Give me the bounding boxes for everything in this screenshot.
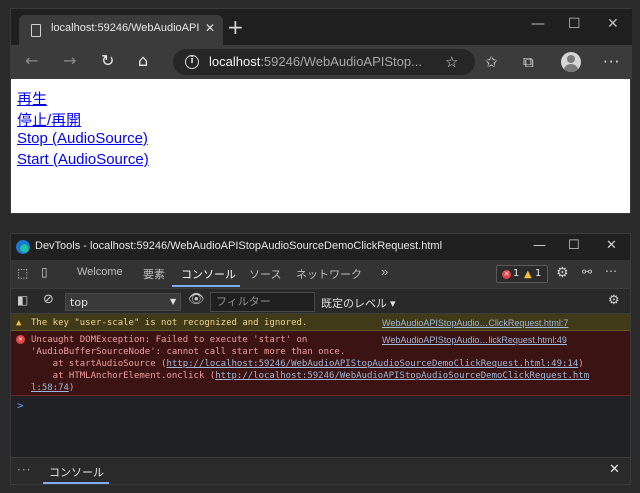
sidebar-toggle-icon[interactable]: ◧ <box>17 293 28 307</box>
browser-window: localhost:59246/WebAudioAPISt... ✕ + — ☐… <box>10 8 632 214</box>
error-line-2: 'AudioBufferSourceNode': cannot call sta… <box>31 347 346 357</box>
refresh-icon[interactable]: ↻ <box>101 52 114 70</box>
warning-message: ▲ The key "user-scale" is not recognized… <box>11 314 630 331</box>
home-icon[interactable]: ⌂ <box>138 52 148 70</box>
console-toolbar: ◧ ⊘ top ▼ 👁 既定のレベル ▾ ⚙ <box>11 288 630 314</box>
page-icon <box>31 24 41 37</box>
close-tab-icon[interactable]: ✕ <box>205 21 215 35</box>
back-icon[interactable]: ← <box>25 52 38 70</box>
devtools-title: DevTools - localhost:59246/WebAudioAPISt… <box>35 240 443 252</box>
close-window-icon[interactable]: ✕ <box>606 238 617 253</box>
warning-icon: ▲ <box>16 318 22 328</box>
stack-prefix: at HTMLAnchorElement.onclick ( <box>31 371 216 381</box>
issues-badge[interactable]: ✕ 1 ▲ 1 <box>496 265 548 283</box>
stop-resume-link[interactable]: 停止/再開 <box>17 109 81 130</box>
chevron-down-icon: ▼ <box>170 297 177 306</box>
add-favorite-icon[interactable]: ☆ <box>445 53 458 71</box>
favorites-icon[interactable]: ✩ <box>485 53 498 71</box>
warning-count: 1 <box>535 268 542 279</box>
console-prompt[interactable]: > <box>17 399 24 412</box>
minimize-icon[interactable]: — <box>531 16 545 32</box>
customize-icon[interactable]: ⚯ <box>582 265 592 279</box>
collections-icon[interactable]: ⧉ <box>523 53 534 71</box>
tab-elements[interactable]: 要素 <box>143 266 165 282</box>
edge-logo-icon <box>16 240 30 254</box>
stack-link[interactable]: http://localhost:59246/WebAudioAPIStopAu… <box>215 371 589 381</box>
start-audiosource-link[interactable]: Start (AudioSource) <box>17 151 149 168</box>
stack-link[interactable]: http://localhost:59246/WebAudioAPIStopAu… <box>166 359 578 369</box>
stack-link[interactable]: l:58:74 <box>31 383 69 393</box>
inspect-element-icon[interactable]: ⬚ <box>17 266 28 280</box>
error-line-3: at startAudioSource (http://localhost:59… <box>31 358 584 370</box>
tab-console[interactable]: コンソール <box>181 266 236 282</box>
drawer-tab-indicator <box>43 482 109 484</box>
error-line-5: l:58:74) <box>31 382 74 394</box>
tab-welcome[interactable]: Welcome <box>77 266 123 278</box>
profile-avatar[interactable] <box>561 52 581 72</box>
new-tab-button[interactable]: + <box>227 17 244 37</box>
browser-tab[interactable]: localhost:59246/WebAudioAPISt... ✕ <box>19 15 223 45</box>
devtools-window: DevTools - localhost:59246/WebAudioAPISt… <box>10 233 631 485</box>
drawer-more-icon[interactable]: ··· <box>17 463 31 477</box>
minimize-icon[interactable]: — <box>533 238 546 253</box>
stack-suffix: ) <box>68 383 75 393</box>
drawer-bar: ··· コンソール ✕ <box>11 457 630 484</box>
devtools-titlebar: DevTools - localhost:59246/WebAudioAPISt… <box>11 234 630 260</box>
settings-gear-icon[interactable]: ⚙ <box>556 265 569 281</box>
tab-sources[interactable]: ソース <box>249 266 281 282</box>
forward-icon[interactable]: → <box>63 52 76 70</box>
address-url: localhost:59246/WebAudioAPIStop... <box>209 54 422 69</box>
context-select[interactable]: top ▼ <box>65 293 181 311</box>
stop-audiosource-link[interactable]: Stop (AudioSource) <box>17 130 148 147</box>
error-icon: ✕ <box>16 335 25 344</box>
error-message: ✕ Uncaught DOMException: Failed to execu… <box>11 331 630 396</box>
device-toolbar-icon[interactable]: ▯ <box>41 265 48 279</box>
close-window-icon[interactable]: ✕ <box>607 16 619 32</box>
devtools-tabbar: ⬚ ▯ Welcome 要素 コンソール ソース ネットワーク » ✕ 1 ▲ … <box>11 260 630 288</box>
more-tabs-button[interactable]: » <box>381 264 388 279</box>
url-host: localhost <box>209 54 261 69</box>
url-path: :59246/WebAudioAPIStop... <box>260 54 422 69</box>
warning-text: The key "user-scale" is not recognized a… <box>31 318 308 328</box>
error-line-4: at HTMLAnchorElement.onclick (http://loc… <box>31 370 589 382</box>
maximize-icon[interactable]: ☐ <box>568 16 581 32</box>
filter-input[interactable] <box>210 292 315 312</box>
live-expression-eye-icon[interactable]: 👁 <box>188 292 205 307</box>
warning-source-link[interactable]: WebAudioAPIStopAudio…ClickRequest.html:7 <box>382 317 568 329</box>
maximize-icon[interactable]: ☐ <box>568 238 580 253</box>
log-levels-dropdown[interactable]: 既定のレベル ▾ <box>321 295 396 311</box>
page-content: 再生 停止/再開 Stop (AudioSource) Start (Audio… <box>11 79 630 213</box>
error-icon: ✕ <box>502 270 511 279</box>
stack-prefix: at startAudioSource ( <box>31 359 167 369</box>
active-tab-indicator <box>172 285 240 287</box>
address-bar[interactable]: i localhost:59246/WebAudioAPIStop... ☆ <box>173 49 475 75</box>
close-drawer-icon[interactable]: ✕ <box>609 462 620 477</box>
error-source-link[interactable]: WebAudioAPIStopAudio…lickRequest.html:49 <box>382 334 567 346</box>
error-count: 1 <box>513 268 520 279</box>
tab-network[interactable]: ネットワーク <box>296 266 362 282</box>
stack-suffix: ) <box>578 359 584 369</box>
tab-strip: localhost:59246/WebAudioAPISt... ✕ + — ☐… <box>11 9 632 45</box>
context-value: top <box>70 296 89 309</box>
tab-title: localhost:59246/WebAudioAPISt... <box>51 22 199 34</box>
warning-icon: ▲ <box>524 269 532 280</box>
error-line-1: Uncaught DOMException: Failed to execute… <box>31 335 308 345</box>
more-options-icon[interactable]: ⋯ <box>605 264 618 278</box>
console-settings-gear-icon[interactable]: ⚙ <box>608 293 620 308</box>
drawer-tab-console[interactable]: コンソール <box>49 464 104 480</box>
more-menu-icon[interactable]: ··· <box>603 53 620 71</box>
navigation-bar: ← → ↻ ⌂ i localhost:59246/WebAudioAPISto… <box>11 45 632 79</box>
play-link[interactable]: 再生 <box>17 88 47 109</box>
info-icon[interactable]: i <box>185 55 199 69</box>
clear-console-icon[interactable]: ⊘ <box>43 292 54 307</box>
